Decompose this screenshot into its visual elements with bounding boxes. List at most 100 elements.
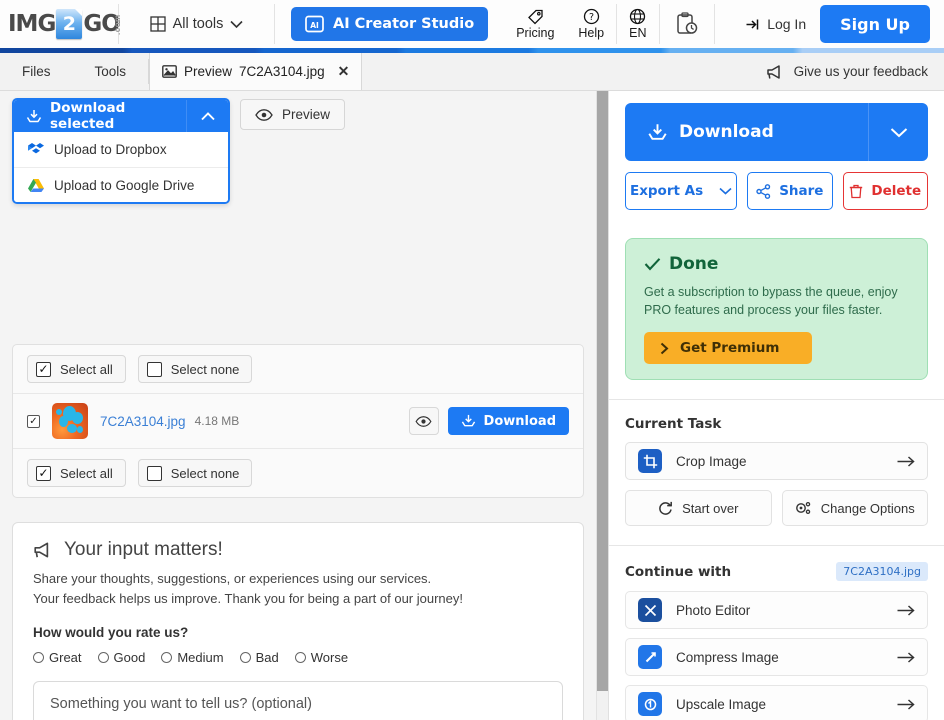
select-all-button-top[interactable]: ✓ Select all <box>27 355 126 383</box>
upload-to-dropbox-label: Upload to Dropbox <box>54 142 167 157</box>
image-icon <box>162 65 177 78</box>
feedback-textarea-placeholder: Something you want to tell us? (optional… <box>50 696 312 712</box>
ai-creator-studio-button[interactable]: AI AI Creator Studio <box>291 7 489 41</box>
file-name-link[interactable]: 7C2A3104.jpg <box>100 414 186 429</box>
page-body: Download selected Upload to Dropbox Uplo… <box>0 91 944 720</box>
download-selected-button[interactable]: Download selected <box>14 100 228 132</box>
rating-option-bad[interactable]: Bad <box>239 650 279 665</box>
dropbox-icon <box>28 142 44 157</box>
language-selector[interactable]: EN <box>617 0 658 48</box>
chevron-down-icon[interactable] <box>868 103 928 161</box>
upload-to-google-drive-label: Upload to Google Drive <box>54 177 195 193</box>
upload-to-dropbox-option[interactable]: Upload to Dropbox <box>14 132 228 167</box>
tag-icon <box>527 8 544 25</box>
photo-editor-icon <box>638 598 662 622</box>
download-selected-label: Download selected <box>50 100 126 132</box>
scrollbar-thumb[interactable] <box>597 91 608 691</box>
select-all-button-bottom[interactable]: ✓ Select all <box>27 459 126 487</box>
table-row: ✓ 7C2A3104.jpg 4.18 MB Download <box>13 393 583 449</box>
current-task-row[interactable]: Crop Image <box>625 442 928 480</box>
radio-icon <box>161 652 173 663</box>
radio-icon <box>97 652 109 663</box>
rating-option-medium[interactable]: Medium <box>161 650 224 665</box>
download-toolbar: Download selected Upload to Dropbox Uplo… <box>0 91 596 204</box>
logo-tld: .com <box>112 14 122 35</box>
tab-preview[interactable]: Preview 7C2A3104.jpg ✕ <box>149 53 363 90</box>
radio-icon <box>239 652 251 663</box>
status-card-done: Done Get a subscription to bypass the qu… <box>625 238 928 380</box>
rating-label-good: Good <box>113 650 146 665</box>
arrow-right-icon <box>897 698 915 711</box>
upload-to-google-drive-option[interactable]: Upload to Google Drive <box>14 167 228 202</box>
continue-with-header: Continue with 7C2A3104.jpg <box>609 546 944 591</box>
select-none-button-top[interactable]: Select none <box>137 355 253 383</box>
file-checkbox[interactable]: ✓ <box>27 414 40 428</box>
change-options-button[interactable]: Change Options <box>781 490 928 526</box>
rating-label-worse: Worse <box>310 650 349 665</box>
pricing-link[interactable]: Pricing <box>504 0 566 48</box>
tab-tools[interactable]: Tools <box>73 53 149 90</box>
language-label: EN <box>629 26 647 40</box>
tab-files-label: Files <box>22 64 51 79</box>
chevron-up-icon[interactable] <box>186 100 228 132</box>
chevron-right-icon <box>660 342 669 355</box>
continue-item-compress-image[interactable]: Compress Image <box>625 638 928 676</box>
question-circle-icon: ? <box>583 8 600 25</box>
google-drive-icon <box>28 178 44 193</box>
help-link[interactable]: ? Help <box>566 0 616 48</box>
done-label: Done <box>669 254 719 274</box>
continue-with-label: Continue with <box>625 563 732 580</box>
rating-option-great[interactable]: Great <box>33 650 82 665</box>
start-over-label: Start over <box>682 500 739 516</box>
continue-item-upscale-image[interactable]: Upscale Image <box>625 685 928 720</box>
sidebar-download-main[interactable]: Download <box>625 103 868 161</box>
upscale-icon <box>638 692 662 716</box>
arrow-right-icon <box>897 651 915 664</box>
header-divider-2 <box>274 4 275 44</box>
export-as-button[interactable]: Export As <box>625 172 738 210</box>
continue-item-photo-editor[interactable]: Photo Editor <box>625 591 928 629</box>
logo-text-2: 2 <box>62 13 76 35</box>
login-button[interactable]: Log In <box>732 0 820 48</box>
login-label: Log In <box>767 16 807 32</box>
login-arrow-icon <box>746 18 761 31</box>
site-logo[interactable]: IMG 2 GO .com <box>0 0 122 48</box>
all-tools-menu[interactable]: All tools <box>119 0 274 48</box>
file-thumbnail <box>52 403 88 439</box>
clipboard-clock-icon <box>676 12 698 36</box>
delete-button[interactable]: Delete <box>842 172 928 210</box>
current-task-label: Crop Image <box>676 453 747 469</box>
close-icon[interactable]: ✕ <box>338 63 350 80</box>
sidebar-download-label: Download <box>679 122 774 142</box>
gear-icon <box>795 501 812 516</box>
rating-option-good[interactable]: Good <box>97 650 146 665</box>
current-task-header-label: Current Task <box>625 416 722 432</box>
rating-option-worse[interactable]: Worse <box>294 650 349 665</box>
select-none-button-bottom[interactable]: Select none <box>137 459 253 487</box>
tab-files[interactable]: Files <box>0 53 73 90</box>
download-selected-dropdown[interactable]: Download selected Upload to Dropbox Uplo… <box>12 98 230 204</box>
left-pane: Download selected Upload to Dropbox Uplo… <box>0 91 596 720</box>
file-preview-icon-button[interactable] <box>408 407 439 435</box>
delete-label: Delete <box>871 183 922 199</box>
history-button[interactable] <box>660 0 714 48</box>
file-size: 4.18 MB <box>194 414 240 428</box>
signup-button[interactable]: Sign Up <box>820 5 930 43</box>
download-tray-icon <box>647 123 668 142</box>
start-over-button[interactable]: Start over <box>625 490 772 526</box>
get-premium-button[interactable]: Get Premium <box>644 332 812 364</box>
feedback-label: Give us your feedback <box>793 64 928 79</box>
share-label: Share <box>779 183 824 199</box>
ai-image-icon: AI <box>305 15 325 33</box>
file-download-button[interactable]: Download <box>447 407 569 435</box>
all-tools-label: All tools <box>172 16 224 32</box>
rating-label-great: Great <box>49 650 82 665</box>
feedback-textarea[interactable]: Something you want to tell us? (optional… <box>33 681 563 720</box>
vertical-scrollbar[interactable] <box>596 91 608 720</box>
preview-button[interactable]: Preview <box>240 99 346 130</box>
sidebar-download-button[interactable]: Download <box>625 103 928 161</box>
sidebar-secondary-actions: Export As Share Delete <box>625 172 928 210</box>
share-button[interactable]: Share <box>747 172 833 210</box>
svg-text:?: ? <box>589 12 594 23</box>
give-feedback-link[interactable]: Give us your feedback <box>750 53 944 90</box>
